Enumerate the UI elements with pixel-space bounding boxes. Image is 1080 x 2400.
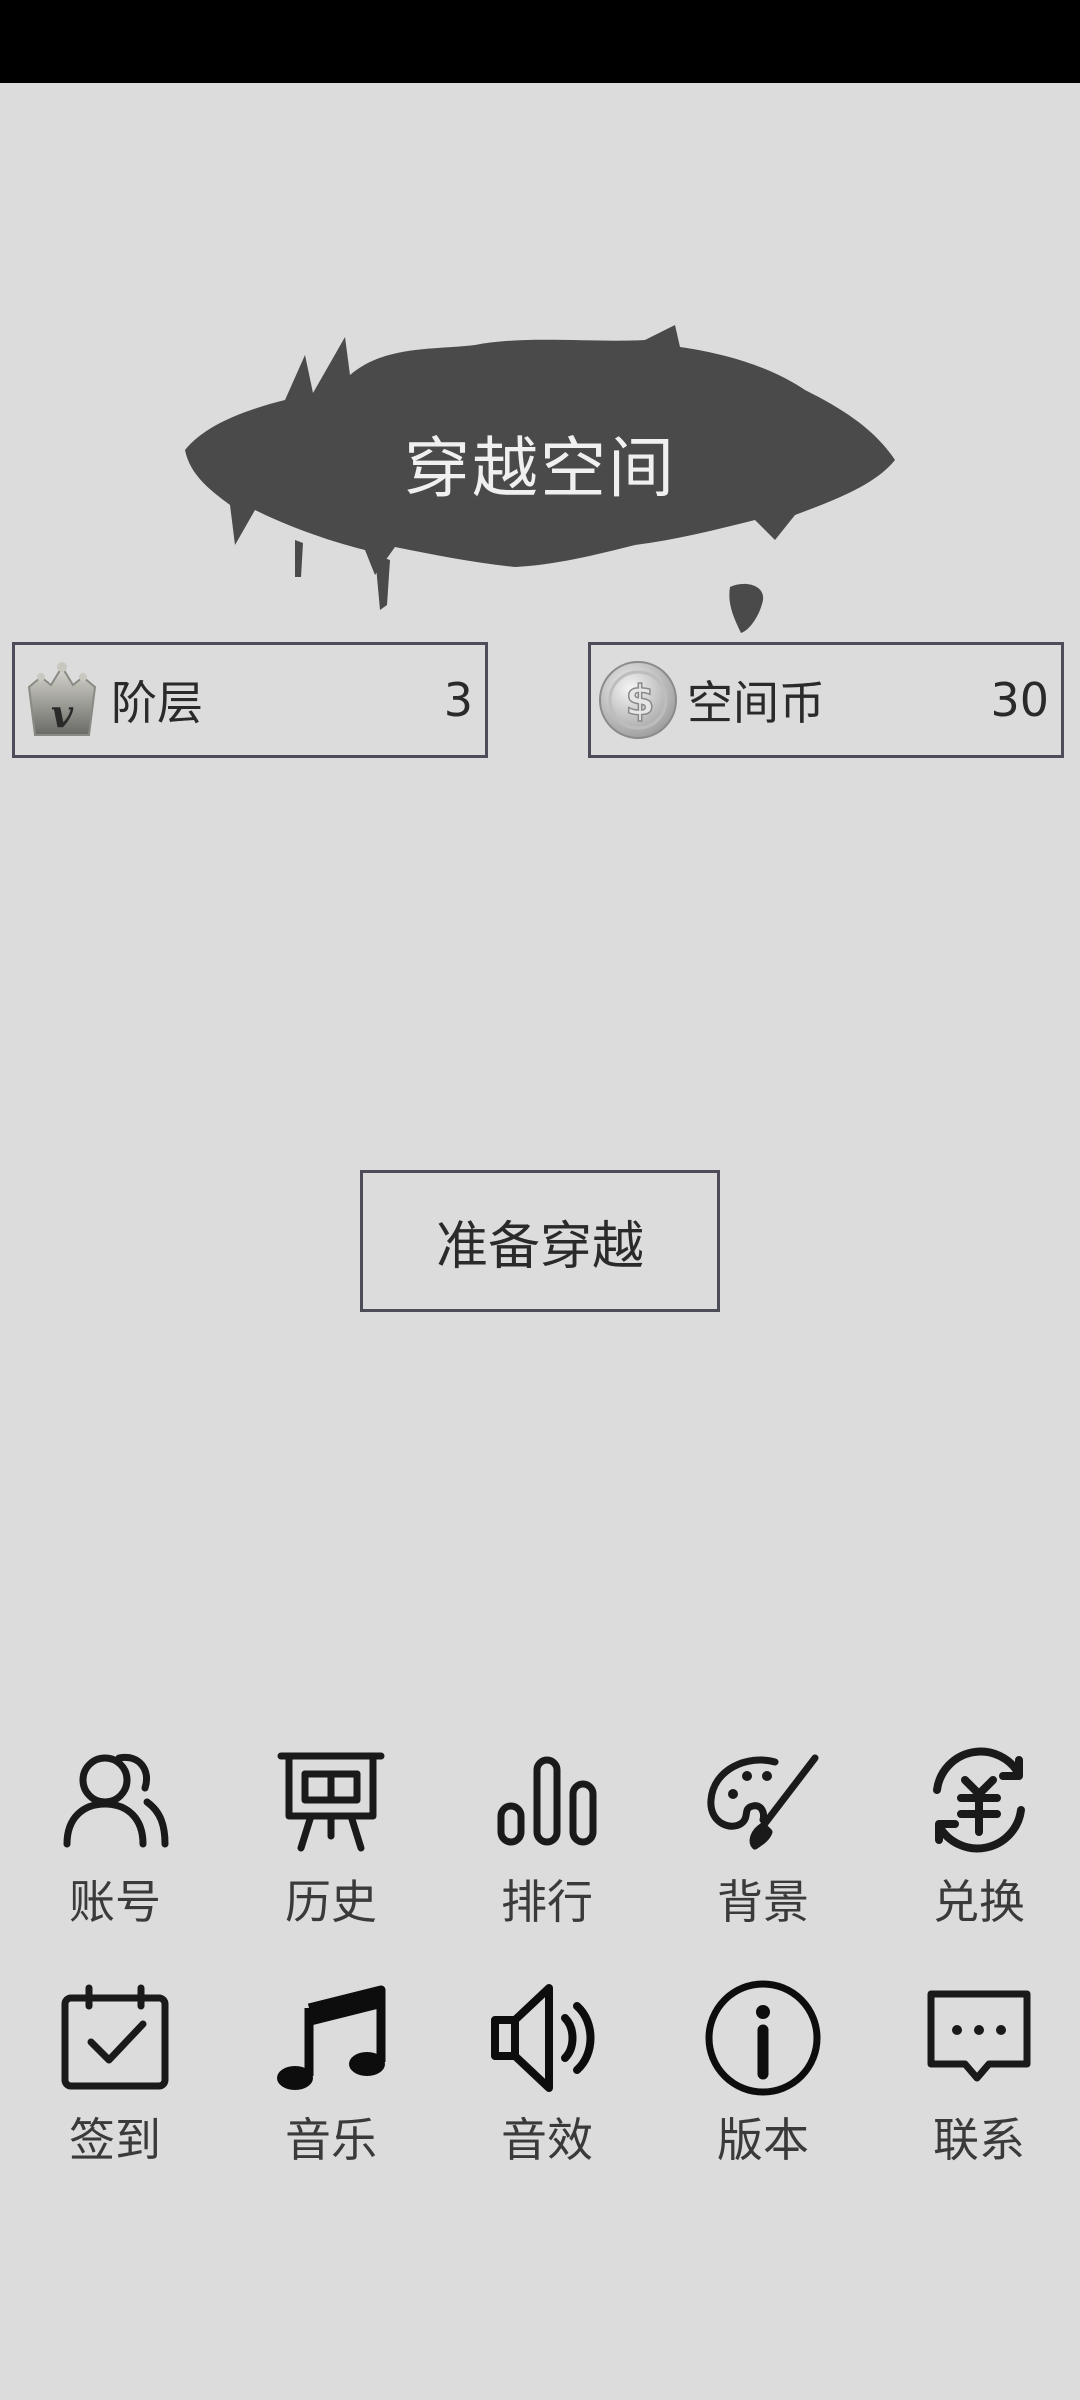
app-screen: 穿越空间 v 阶层 3 $ 空间币 30 准备穿越 账号 历史 排行 背景 兑换… (0, 0, 1080, 2400)
easel-icon (271, 1740, 391, 1860)
menu-row-2: 签到 音乐 音效 版本 联系 (0, 1978, 1080, 2216)
background-button[interactable]: 背景 (662, 1740, 864, 1978)
level-stat: v 阶层 3 (12, 642, 488, 758)
coins-stat: $ 空间币 30 (588, 642, 1064, 758)
chat-icon (919, 1978, 1039, 2098)
info-icon (703, 1978, 823, 2098)
level-value: 3 (443, 673, 473, 727)
coins-label: 空间币 (687, 676, 825, 730)
silver-coin-icon: $ (595, 657, 681, 743)
exchange-button[interactable]: 兑换 (878, 1740, 1080, 1978)
prepare-travel-button[interactable]: 准备穿越 (360, 1170, 720, 1312)
checkin-button[interactable]: 签到 (14, 1978, 216, 2216)
exchange-label: 兑换 (933, 1875, 1025, 1929)
users-icon (55, 1740, 175, 1860)
exchange-icon (919, 1740, 1039, 1860)
checkin-label: 签到 (69, 2113, 161, 2167)
crown-v-icon: v (19, 657, 105, 743)
calendar-check-icon (55, 1978, 175, 2098)
ranking-button[interactable]: 排行 (446, 1740, 648, 1978)
speaker-icon (487, 1978, 607, 2098)
menu-grid: 账号 历史 排行 背景 兑换 签到 音乐 音效 版本 联系 (0, 1740, 1080, 2216)
history-label: 历史 (285, 1875, 377, 1929)
page-title: 穿越空间 (404, 430, 676, 507)
level-label: 阶层 (111, 676, 203, 730)
sound-effects-label: 音效 (501, 2113, 593, 2167)
svg-text:v: v (51, 691, 74, 736)
account-button[interactable]: 账号 (14, 1740, 216, 1978)
contact-label: 联系 (933, 2113, 1025, 2167)
background-label: 背景 (717, 1875, 809, 1929)
status-bar (0, 0, 1080, 83)
music-button[interactable]: 音乐 (230, 1978, 432, 2216)
svg-text:$: $ (625, 676, 654, 725)
ranking-label: 排行 (501, 1875, 593, 1929)
title-banner: 穿越空间 (175, 315, 905, 645)
account-label: 账号 (69, 1875, 161, 1929)
history-button[interactable]: 历史 (230, 1740, 432, 1978)
contact-button[interactable]: 联系 (878, 1978, 1080, 2216)
palette-icon (703, 1740, 823, 1860)
sound-effects-button[interactable]: 音效 (446, 1978, 648, 2216)
version-button[interactable]: 版本 (662, 1978, 864, 2216)
version-label: 版本 (717, 2113, 809, 2167)
bar-chart-icon (487, 1740, 607, 1860)
music-label: 音乐 (285, 2113, 377, 2167)
coins-value: 30 (990, 673, 1049, 727)
menu-row-1: 账号 历史 排行 背景 兑换 (0, 1740, 1080, 1978)
music-note-icon (271, 1978, 391, 2098)
